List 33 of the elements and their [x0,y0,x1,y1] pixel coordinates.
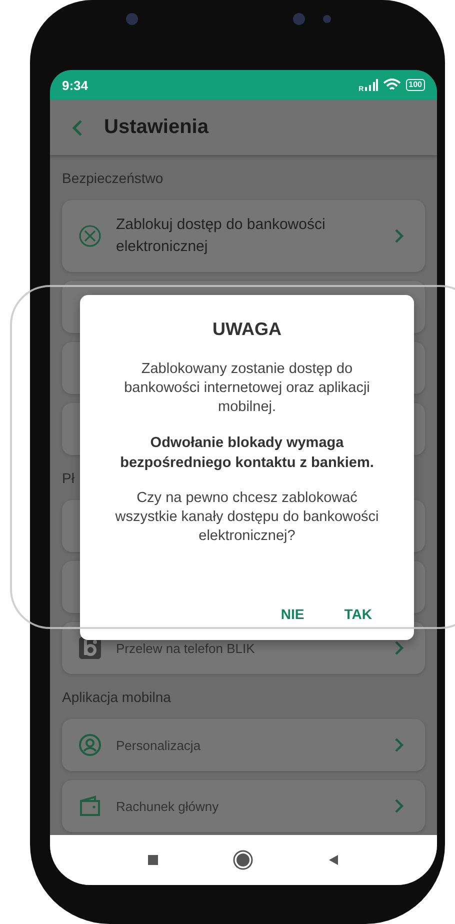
page-title: Ustawienia [104,116,208,139]
letter-b-icon [78,636,102,660]
recents-icon[interactable] [146,853,160,867]
sensor-icon [322,14,332,24]
battery-icon: 100 [406,79,425,91]
dialog-message: Czy na pewno chcesz zablokować wszystkie kanały dostępu do bankowości elektronicznej? [114,489,380,546]
item-label: Zablokuj dostęp do bankowości elektronicznej [116,215,326,257]
back-icon[interactable] [326,853,341,867]
dialog-message: Zablokowany zostanie dostęp do bankowości internetowej oraz aplikacji mobilnej. [123,360,371,417]
wifi-icon [382,78,401,92]
wallet-icon [78,794,102,818]
settings-item[interactable]: Personalizacja [62,719,425,771]
section-label: Pł [62,470,74,486]
chevron-right-icon [393,639,405,657]
status-time: 9:34 [62,78,88,92]
chevron-right-icon [393,227,405,245]
settings-item[interactable]: Zablokuj dostęp do bankowości elektronicznej [62,200,425,272]
chevron-right-icon [393,797,405,815]
settings-item[interactable]: Rachunek główny [62,780,425,832]
dialog-message: Odwołanie blokady wymaga bezpośredniego kontaktu z bankiem. [119,434,375,473]
signal-icon [364,79,378,91]
cross-circle-icon [78,224,102,248]
section-label: Bezpieczeństwo [62,170,164,186]
item-label: Przelew na telefon BLIK [116,640,256,656]
dialog-title: UWAGA [212,319,282,340]
section-label: Aplikacja mobilna [62,689,171,705]
user-icon [78,733,102,757]
item-label: Personalizacja [116,738,202,752]
item-label: Rachunek główny [116,798,220,814]
home-icon[interactable] [232,849,254,871]
chevron-right-icon [393,736,405,754]
camera-icon [292,12,306,26]
camera-icon [125,12,139,26]
